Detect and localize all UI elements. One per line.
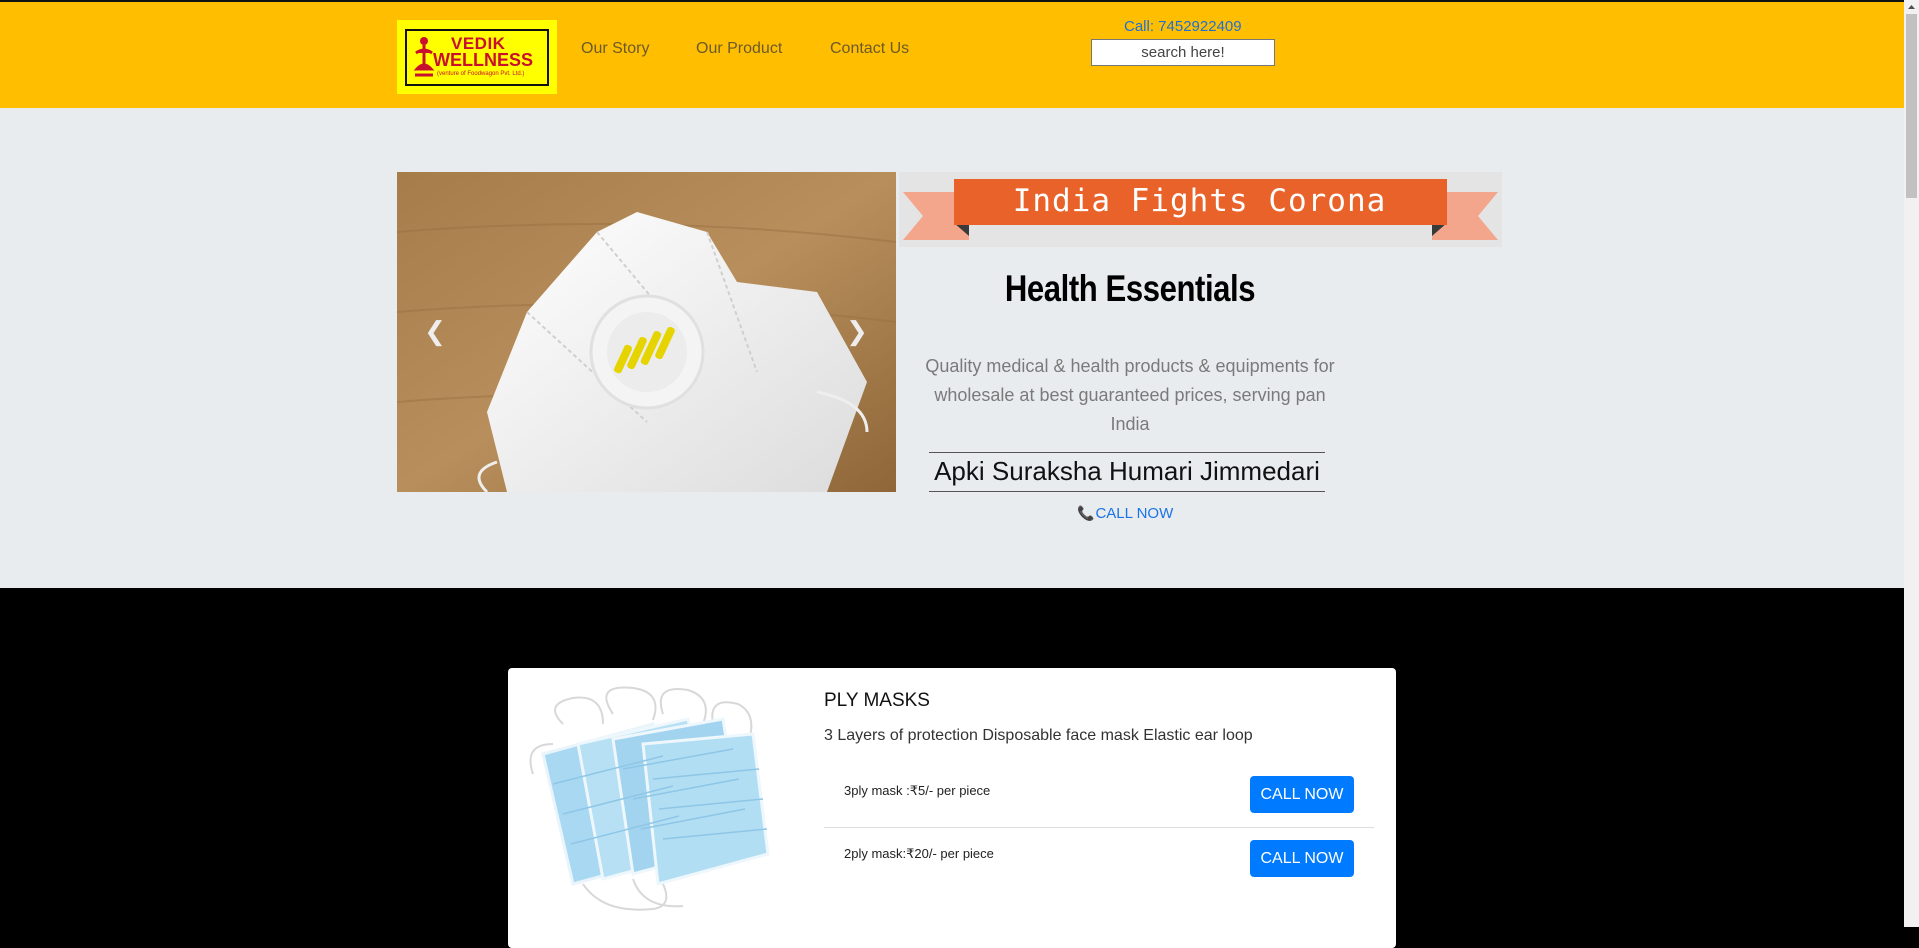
logo-line3: (venture of Foodwagon Pvt. Ltd.) (437, 71, 525, 77)
scrollbar-thumb[interactable] (1906, 14, 1917, 198)
ply-masks-image (529, 686, 770, 911)
banner-title: India Fights Corona (1012, 183, 1387, 219)
logo-line2: WELLNESS (433, 50, 534, 70)
india-fights-corona-banner: India Fights Corona (899, 172, 1502, 247)
hero-call-now-link[interactable]: 📞CALL NOW (1077, 505, 1173, 522)
call-now-button-2ply[interactable]: CALL NOW (1250, 840, 1354, 877)
price-divider (824, 827, 1374, 828)
scroll-up-arrow-icon[interactable] (1904, 0, 1919, 14)
product-card: PLY MASKS 3 Layers of protection Disposa… (508, 668, 1396, 948)
call-number-link[interactable]: Call: 7452922409 (1124, 18, 1242, 35)
search-input[interactable] (1091, 39, 1275, 66)
carousel-prev-button[interactable]: ❮ (415, 312, 455, 352)
product-description: 3 Layers of protection Disposable face m… (824, 727, 1253, 744)
image-carousel: ❮ ❯ (397, 172, 896, 492)
nav-our-story[interactable]: Our Story (581, 40, 649, 58)
site-header: VEDIK WELLNESS (venture of Foodwagon Pvt… (0, 2, 1904, 108)
call-now-button-3ply[interactable]: CALL NOW (1250, 776, 1354, 813)
price-2ply: 2ply mask:₹20/- per piece (844, 846, 994, 861)
price-3ply: 3ply mask :₹5/- per piece (844, 783, 991, 798)
hero-section: ❮ ❯ India Fights Corona Health Essential… (0, 108, 1904, 588)
nav-our-product[interactable]: Our Product (696, 40, 782, 58)
carousel-next-button[interactable]: ❯ (837, 312, 877, 352)
nav-contact-us[interactable]: Contact Us (830, 40, 909, 58)
logo-frame: VEDIK WELLNESS (venture of Foodwagon Pvt… (405, 29, 549, 86)
mask-photo (397, 172, 896, 492)
hero-description: Quality medical & health products & equi… (925, 356, 1335, 434)
hero-title: Health Essentials (1004, 268, 1256, 309)
phone-icon: 📞 (1077, 505, 1095, 521)
product-title: PLY MASKS (824, 690, 930, 711)
call-now-label: CALL NOW (1095, 505, 1174, 522)
logo[interactable]: VEDIK WELLNESS (venture of Foodwagon Pvt… (397, 20, 557, 94)
chevron-right-icon: ❯ (846, 317, 868, 347)
hero-tagline: Apki Suraksha Humari Jimmedari (929, 452, 1325, 492)
yoga-figure-icon (413, 37, 435, 77)
page-scrollbar[interactable] (1904, 0, 1919, 927)
chevron-left-icon: ❮ (424, 317, 446, 347)
